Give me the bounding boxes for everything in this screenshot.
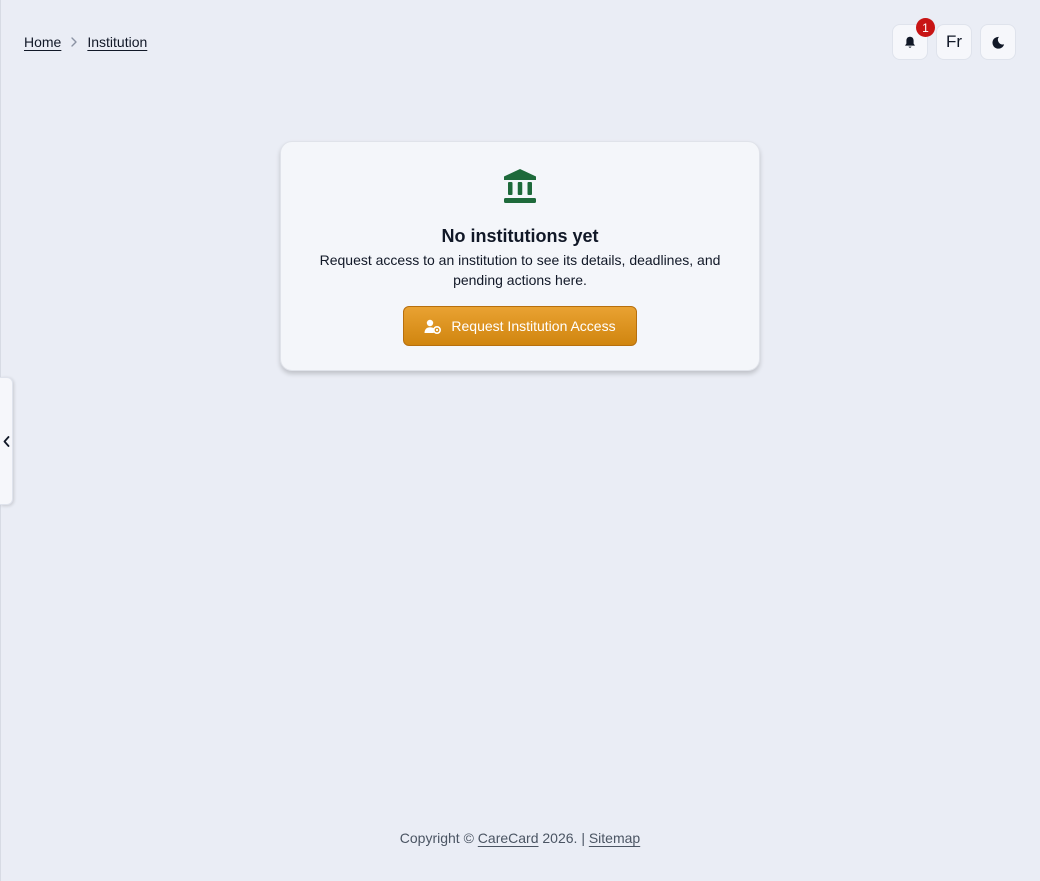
page: Home Institution 1 Fr No institutions ye… — [0, 0, 1040, 881]
carecard-link[interactable]: CareCard — [478, 830, 539, 846]
copyright-year: 2026. | — [542, 830, 585, 846]
chevron-right-icon — [70, 37, 78, 47]
notification-count-badge: 1 — [916, 18, 935, 37]
copyright-prefix: Copyright © — [399, 830, 474, 846]
request-institution-access-label: Request Institution Access — [451, 318, 616, 334]
notifications-button[interactable]: 1 — [892, 18, 935, 60]
language-toggle-button[interactable]: Fr — [936, 24, 972, 60]
breadcrumb: Home Institution — [24, 34, 147, 50]
request-institution-access-button[interactable]: Request Institution Access — [403, 306, 637, 346]
header-actions: 1 Fr — [892, 18, 1016, 60]
empty-state-card: No institutions yet Request access to an… — [280, 141, 760, 371]
breadcrumb-current[interactable]: Institution — [87, 34, 147, 50]
moon-icon — [991, 36, 1004, 49]
user-gear-icon — [424, 319, 442, 334]
breadcrumb-home-link[interactable]: Home — [24, 34, 61, 50]
bell-icon — [905, 36, 915, 48]
empty-state-description: Request access to an institution to see … — [319, 252, 721, 288]
sidebar-toggle-tab[interactable] — [0, 377, 13, 505]
footer: Copyright © CareCard 2026. | Sitemap — [0, 830, 1040, 846]
institution-icon — [504, 169, 536, 203]
sitemap-link[interactable]: Sitemap — [589, 830, 640, 846]
chevron-left-icon — [3, 435, 9, 447]
theme-toggle-button[interactable] — [980, 24, 1016, 60]
empty-state-title: No institutions yet — [441, 226, 599, 246]
